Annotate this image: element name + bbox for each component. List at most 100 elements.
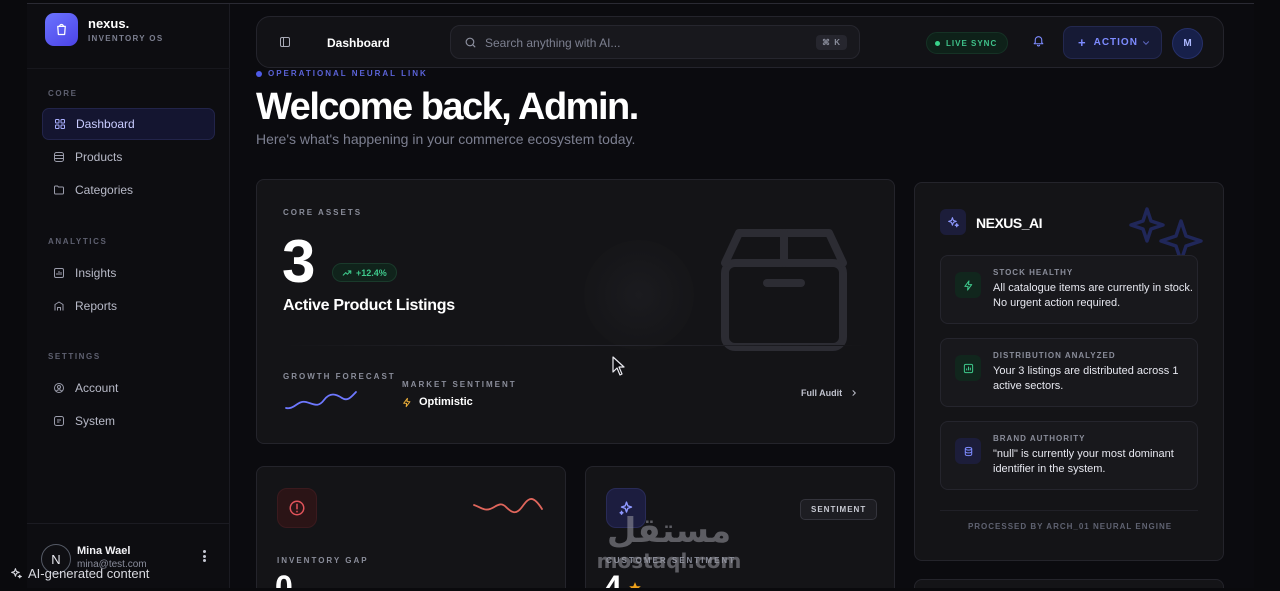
card-label: CORE ASSETS (283, 208, 363, 217)
full-audit-link[interactable]: Full Audit (801, 388, 858, 398)
status-dot (256, 70, 262, 77)
inventory-gap-card: INVENTORY GAP 0 (256, 466, 566, 588)
inventory-sparkline (473, 498, 543, 514)
alert-circle-icon (277, 488, 317, 528)
database-icon (53, 151, 66, 164)
folder-icon (53, 184, 66, 197)
nav-section-settings: SETTINGS (48, 352, 101, 361)
database-icon (955, 438, 981, 464)
inventory-gap-value: 0 (275, 569, 293, 588)
user-circle-icon (53, 382, 66, 395)
sidebar-item-system[interactable]: System (42, 405, 215, 437)
bell-icon[interactable] (1032, 34, 1047, 49)
plus-icon: + (1078, 35, 1087, 50)
insight-card[interactable]: BRAND AUTHORITY "null" is currently your… (940, 421, 1198, 490)
sparkles-icon (940, 209, 966, 235)
mouse-cursor-icon (612, 356, 625, 376)
sidebar-item-label: Insights (75, 266, 117, 280)
bolt-icon (403, 397, 411, 407)
bar-chart-icon (53, 267, 66, 280)
chevron-right-icon (852, 390, 857, 396)
sidebar-item-reports[interactable]: Reports (42, 290, 215, 322)
sidebar-item-insights[interactable]: Insights (42, 257, 215, 289)
ai-generated-label: AI-generated content (10, 566, 149, 581)
divider (283, 345, 870, 346)
live-sync-badge: LIVE SYNC (926, 32, 1009, 54)
insight-card[interactable]: STOCK HEALTHY All catalogue items are cu… (940, 255, 1198, 324)
insight-title: DISTRIBUTION ANALYZED (993, 351, 1116, 360)
page-title: Dashboard (327, 36, 390, 50)
user-name: Mina Wael (77, 545, 131, 557)
watermark: مستقل mostaql.com (589, 513, 749, 573)
app-window: nexus. INVENTORY OS CORE Dashboard Produ… (27, 3, 1254, 588)
sidebar-item-products[interactable]: Products (42, 141, 215, 173)
sidebar-item-label: Products (75, 150, 123, 164)
user-avatar[interactable]: M (1172, 28, 1203, 59)
action-button[interactable]: + ACTION (1063, 26, 1162, 59)
live-sync-label: LIVE SYNC (946, 38, 998, 48)
growth-sparkline (285, 391, 357, 410)
sidebar-item-label: Categories (75, 183, 134, 197)
insight-text: All catalogue items are currently in sto… (993, 282, 1193, 309)
top-bar: Dashboard ⌘ K LIVE SYNC + ACTION M (256, 16, 1224, 68)
brand-subtitle: INVENTORY OS (88, 34, 164, 43)
sidebar-item-label: Dashboard (76, 117, 135, 131)
welcome-heading: Welcome back, Admin. (256, 86, 639, 128)
grid-icon (54, 118, 67, 131)
watermark-latin: mostaql.com (596, 549, 742, 573)
sidebar-item-dashboard[interactable]: Dashboard (42, 108, 215, 140)
insight-text: "null" is currently your most dominant i… (993, 448, 1174, 475)
change-value: +12.4% (356, 267, 387, 278)
change-badge: +12.4% (332, 263, 397, 282)
sentiment-text: Optimistic (419, 396, 473, 408)
sidebar: nexus. INVENTORY OS CORE Dashboard Produ… (27, 4, 230, 588)
nexus-ai-panel: NEXUS_AI STOCK HEALTHY All catalogue ite… (914, 182, 1224, 561)
search-input[interactable] (485, 34, 785, 52)
nav-section-analytics: ANALYTICS (48, 237, 108, 246)
sparkles-icon (11, 568, 22, 579)
glow-decoration (584, 240, 694, 350)
bolt-icon (955, 272, 981, 298)
market-sentiment-label: MARKET SENTIMENT (402, 380, 517, 389)
building-icon (53, 300, 66, 313)
search-icon (464, 36, 478, 50)
sentiment-badge: SENTIMENT (800, 499, 878, 520)
watermark-arabic: مستقل (606, 511, 732, 551)
package-icon (719, 225, 849, 355)
sidebar-toggle-icon[interactable] (279, 35, 293, 49)
more-vertical-icon[interactable] (197, 547, 211, 565)
shopping-bag-icon (45, 13, 78, 46)
panel-title: NEXUS_AI (976, 215, 1043, 231)
market-sentiment-value: Optimistic (402, 396, 473, 408)
sidebar-item-account[interactable]: Account (42, 372, 215, 404)
action-label: ACTION (1093, 37, 1138, 48)
insight-title: BRAND AUTHORITY (993, 434, 1086, 443)
insight-card[interactable]: DISTRIBUTION ANALYZED Your 3 listings ar… (940, 338, 1198, 407)
shortcut-hint: ⌘ K (816, 35, 847, 50)
metric-value: 3 (282, 228, 316, 295)
growth-forecast-label: GROWTH FORECAST (283, 372, 396, 381)
eyebrow-text: OPERATIONAL NEURAL LINK (268, 69, 428, 78)
welcome-subtitle: Here's what's happening in your commerce… (256, 131, 636, 147)
chevron-down-icon (1141, 38, 1151, 48)
insight-title: STOCK HEALTHY (993, 268, 1074, 277)
trending-up-icon (342, 269, 352, 276)
sidebar-item-label: Account (75, 381, 119, 395)
ai-generated-text: AI-generated content (28, 566, 150, 581)
eyebrow: OPERATIONAL NEURAL LINK (256, 69, 428, 78)
status-dot (935, 40, 940, 46)
sidebar-item-label: System (75, 414, 116, 428)
chart-icon (955, 355, 981, 381)
core-assets-card: CORE ASSETS 3 +12.4% Active Product List… (256, 179, 895, 444)
brand-name: nexus. (88, 16, 130, 31)
panel-footer: PROCESSED BY ARCH_01 NEURAL ENGINE (967, 522, 1173, 531)
sidebar-item-categories[interactable]: Categories (42, 174, 215, 206)
brand[interactable]: nexus. INVENTORY OS (45, 13, 163, 46)
star-icon (628, 581, 641, 588)
metric-caption: Active Product Listings (283, 297, 455, 314)
next-card (914, 579, 1224, 588)
full-audit-label: Full Audit (801, 388, 843, 398)
nav-section-core: CORE (48, 89, 78, 98)
search-bar[interactable]: ⌘ K (450, 25, 860, 59)
divider (27, 68, 230, 69)
